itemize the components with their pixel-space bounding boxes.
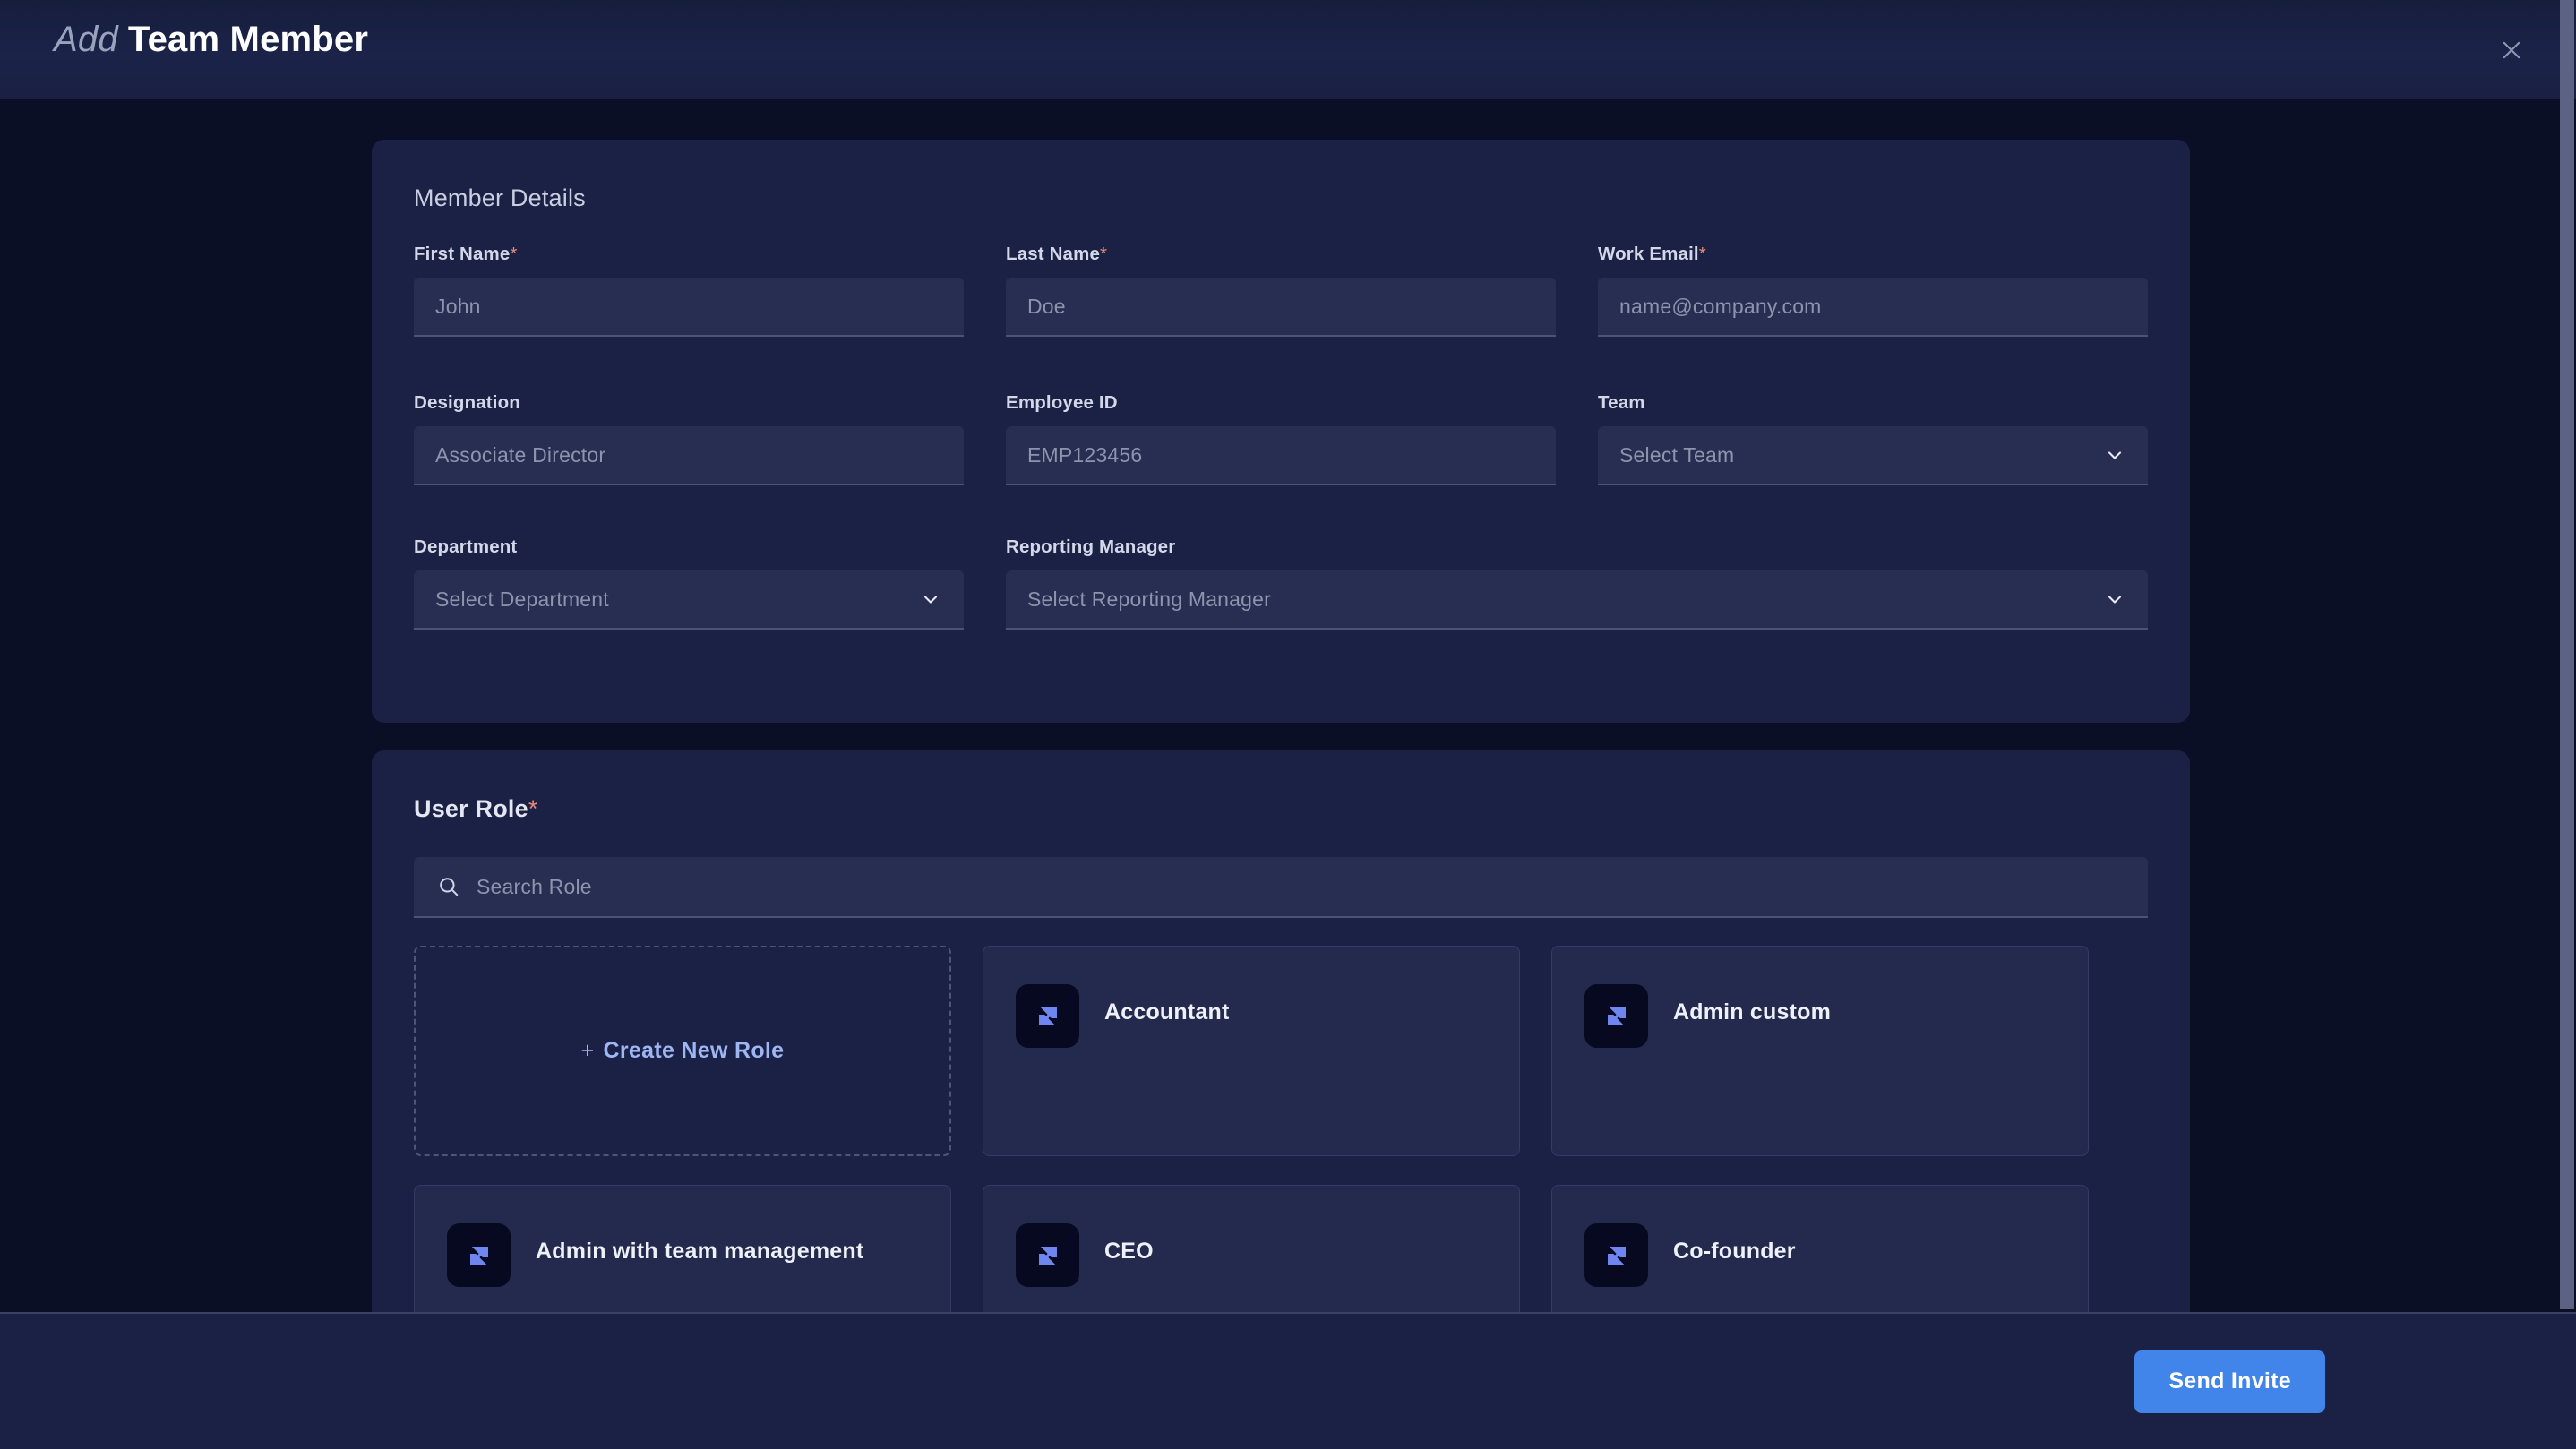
last-name-placeholder: Doe: [1027, 294, 1066, 318]
reporting-manager-selected-value: Select Reporting Manager: [1027, 587, 1272, 611]
create-new-role-card[interactable]: + Create New Role: [414, 946, 951, 1156]
field-last-name: Last Name* Doe: [1006, 244, 1556, 337]
role-card-label: Admin custom: [1673, 999, 1832, 1025]
search-icon: [437, 875, 460, 898]
employee-id-label: Employee ID: [1006, 392, 1118, 413]
field-row-3: Department Select Department Reporting M…: [414, 536, 2148, 630]
role-badge-icon: [1016, 1223, 1079, 1287]
role-card-label: CEO: [1104, 1239, 1154, 1264]
role-badge-icon: [447, 1223, 511, 1287]
required-asterisk: *: [1698, 244, 1706, 264]
member-details-heading: Member Details: [414, 184, 586, 211]
search-role-placeholder: Search Role: [477, 874, 592, 898]
work-email-input[interactable]: name@company.com: [1598, 278, 2148, 337]
designation-label: Designation: [414, 392, 520, 413]
required-asterisk: *: [1100, 244, 1108, 264]
employee-id-placeholder: EMP123456: [1027, 442, 1143, 467]
field-work-email: Work Email* name@company.com: [1598, 244, 2148, 337]
create-new-role-label: + Create New Role: [580, 1038, 785, 1063]
field-row-2: Designation Associate Director Employee …: [414, 392, 2148, 485]
team-selected-value: Select Team: [1619, 442, 1735, 467]
chevron-down-icon: [2103, 587, 2126, 611]
user-role-panel: User Role* Search Role +Create New Role: [372, 750, 2190, 1312]
close-button[interactable]: [2494, 32, 2529, 68]
role-card[interactable]: CEO: [983, 1185, 1520, 1312]
role-badge-icon: [1016, 984, 1079, 1048]
role-card[interactable]: Co-founder: [1551, 1185, 2089, 1312]
modal-body: Member Details First Name* John Last Nam…: [0, 99, 2576, 1312]
user-role-heading: User Role*: [414, 795, 538, 822]
add-team-member-modal: Add Team Member Member Details First Nam…: [0, 0, 2576, 1449]
reporting-manager-label: Reporting Manager: [1006, 536, 1176, 557]
department-selected-value: Select Department: [435, 587, 609, 611]
modal-header: Add Team Member: [0, 0, 2576, 99]
last-name-label: Last Name*: [1006, 244, 1108, 264]
vertical-scrollbar[interactable]: [2558, 0, 2576, 1449]
page-title-prefix: Add: [54, 20, 118, 59]
department-select[interactable]: Select Department: [414, 570, 964, 630]
role-card-label: Accountant: [1104, 999, 1230, 1025]
role-badge-icon: [1584, 984, 1648, 1048]
role-card-grid: + Create New Role Accountant Admin custo…: [414, 946, 2148, 1312]
work-email-label: Work Email*: [1598, 244, 1706, 264]
page-title: Add Team Member: [54, 21, 368, 57]
page-title-main: Team Member: [127, 20, 369, 59]
close-icon: [2503, 41, 2520, 59]
work-email-placeholder: name@company.com: [1619, 294, 1822, 318]
field-designation: Designation Associate Director: [414, 392, 964, 485]
required-asterisk: *: [510, 244, 518, 264]
first-name-label: First Name*: [414, 244, 518, 264]
field-department: Department Select Department: [414, 536, 964, 630]
plus-icon: +: [580, 1038, 595, 1063]
modal-footer: Send Invite: [0, 1312, 2576, 1449]
role-card-label: Co-founder: [1673, 1239, 1796, 1264]
first-name-placeholder: John: [435, 294, 481, 318]
department-label: Department: [414, 536, 518, 557]
send-invite-button[interactable]: Send Invite: [2134, 1350, 2325, 1413]
field-reporting-manager: Reporting Manager Select Reporting Manag…: [1006, 536, 2148, 630]
search-role-input[interactable]: Search Role: [414, 857, 2148, 918]
role-card[interactable]: Admin custom: [1551, 946, 2089, 1156]
team-label: Team: [1598, 392, 1645, 413]
member-details-panel: Member Details First Name* John Last Nam…: [372, 140, 2190, 723]
required-asterisk: *: [528, 795, 538, 822]
reporting-manager-select[interactable]: Select Reporting Manager: [1006, 570, 2148, 630]
last-name-input[interactable]: Doe: [1006, 278, 1556, 337]
scrollbar-thumb[interactable]: [2560, 0, 2574, 1309]
role-card[interactable]: Admin with team management: [414, 1185, 951, 1312]
field-employee-id: Employee ID EMP123456: [1006, 392, 1556, 485]
chevron-down-icon: [2103, 443, 2126, 467]
field-row-1: First Name* John Last Name* Doe Work Ema…: [414, 244, 2148, 337]
role-card[interactable]: Accountant: [983, 946, 1520, 1156]
designation-input[interactable]: Associate Director: [414, 426, 964, 485]
first-name-input[interactable]: John: [414, 278, 964, 337]
chevron-down-icon: [919, 587, 942, 611]
role-badge-icon: [1584, 1223, 1648, 1287]
employee-id-input[interactable]: EMP123456: [1006, 426, 1556, 485]
role-card-label: Admin with team management: [536, 1239, 864, 1264]
team-select[interactable]: Select Team: [1598, 426, 2148, 485]
field-first-name: First Name* John: [414, 244, 964, 337]
field-team: Team Select Team: [1598, 392, 2148, 485]
designation-placeholder: Associate Director: [435, 442, 606, 467]
